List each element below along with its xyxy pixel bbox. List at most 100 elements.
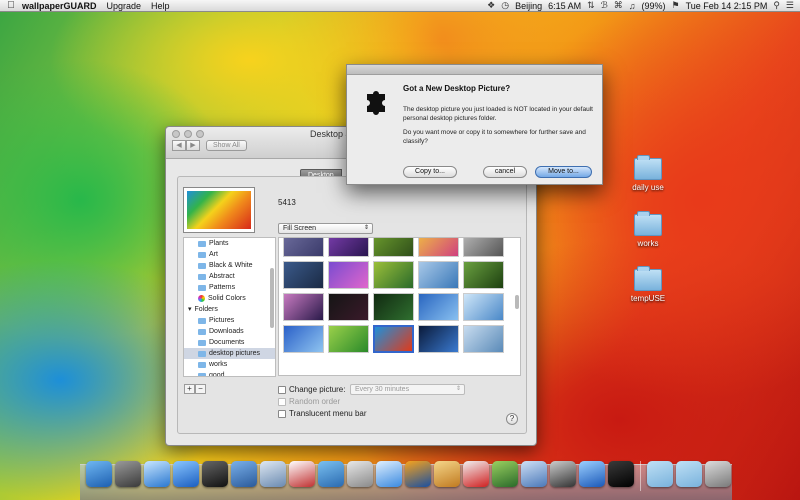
activity-icon[interactable]: [289, 461, 315, 487]
change-picture-option[interactable]: Change picture:: [278, 385, 345, 394]
desktop-folder-works[interactable]: works: [618, 211, 678, 248]
firefox-icon[interactable]: [405, 461, 431, 487]
thumbnail[interactable]: [373, 293, 414, 321]
notification-icon[interactable]: ☰: [786, 0, 794, 11]
app-store-icon[interactable]: [173, 461, 199, 487]
spotlight-icon[interactable]: ⚲: [773, 0, 780, 11]
source-item[interactable]: Solid Colors: [184, 293, 275, 304]
forward-arrow-icon[interactable]: ▶: [186, 140, 200, 151]
back-arrow-icon[interactable]: ◀: [172, 140, 186, 151]
thumbnail[interactable]: [463, 293, 504, 321]
change-picture-checkbox[interactable]: [278, 385, 286, 394]
downloads-icon[interactable]: [647, 461, 673, 487]
itunes-icon[interactable]: [144, 461, 170, 487]
source-item[interactable]: Patterns: [184, 282, 275, 293]
launchpad-icon[interactable]: [115, 461, 141, 487]
fill-mode-select[interactable]: Fill Screen ⇕: [278, 223, 373, 234]
globe-icon[interactable]: [318, 461, 344, 487]
apple-menu-icon[interactable]: : [0, 0, 22, 11]
people-icon[interactable]: [231, 461, 257, 487]
show-all-button[interactable]: Show All: [206, 140, 247, 151]
thumbnail-selected[interactable]: [373, 325, 414, 353]
thumbnail[interactable]: [373, 238, 414, 257]
documents-icon[interactable]: [676, 461, 702, 487]
thumbnail[interactable]: [463, 261, 504, 289]
thumbnail[interactable]: [283, 293, 324, 321]
cancel-button[interactable]: cancel: [483, 166, 527, 178]
close-button[interactable]: [172, 130, 180, 138]
random-order-checkbox[interactable]: [278, 397, 286, 406]
thumbnail[interactable]: [283, 261, 324, 289]
desktop-folder-daily-use[interactable]: daily use: [618, 155, 678, 192]
menu-upgrade[interactable]: Upgrade: [107, 1, 142, 11]
translucent-menu-checkbox[interactable]: [278, 409, 286, 418]
thumbnail[interactable]: [328, 261, 369, 289]
puzzle-icon[interactable]: [608, 461, 634, 487]
sync-tray-icon[interactable]: ⇅: [587, 0, 595, 11]
clock-tray-icon[interactable]: ◷: [501, 0, 509, 11]
random-order-option[interactable]: Random order: [278, 397, 340, 406]
puzzle-tray-icon[interactable]: ❖: [487, 0, 495, 11]
copy-to-button[interactable]: Copy to...: [403, 166, 457, 178]
zoom-button[interactable]: [196, 130, 204, 138]
disclosure-triangle-icon[interactable]: ▾: [188, 304, 192, 315]
source-item[interactable]: desktop pictures: [184, 348, 275, 359]
thumbnail[interactable]: [463, 238, 504, 257]
trash-icon[interactable]: [705, 461, 731, 487]
utility-icon[interactable]: [347, 461, 373, 487]
battery-percent[interactable]: (99%): [642, 1, 666, 11]
translucent-menu-option[interactable]: Translucent menu bar: [278, 409, 367, 418]
desktop-folder-tempuse[interactable]: tempUSE: [618, 266, 678, 303]
thumbnail[interactable]: [328, 293, 369, 321]
source-item[interactable]: good: [184, 370, 275, 376]
remove-folder-button[interactable]: −: [195, 384, 206, 394]
flag-icon[interactable]: ⚑: [672, 0, 680, 11]
script-icon[interactable]: [521, 461, 547, 487]
thumbnail[interactable]: [283, 238, 324, 257]
zip-icon[interactable]: [550, 461, 576, 487]
thumbnail-scrollbar[interactable]: [515, 295, 519, 309]
safari-icon[interactable]: [376, 461, 402, 487]
location-label[interactable]: Beijing: [515, 1, 542, 11]
minimize-button[interactable]: [184, 130, 192, 138]
pdf-icon[interactable]: [463, 461, 489, 487]
world-time[interactable]: 6:15 AM: [548, 1, 581, 11]
clock-datetime[interactable]: Tue Feb 14 2:15 PM: [686, 1, 768, 11]
interval-select[interactable]: Every 30 minutes ⇕: [350, 384, 465, 395]
dialog-question: Do you want move or copy it to somewhere…: [403, 129, 586, 145]
magic-icon[interactable]: [579, 461, 605, 487]
thumbnail[interactable]: [418, 238, 459, 257]
thumbnail[interactable]: [373, 261, 414, 289]
source-item[interactable]: Abstract: [184, 271, 275, 282]
xcode-icon[interactable]: [492, 461, 518, 487]
dashboard-icon[interactable]: [202, 461, 228, 487]
volume-icon[interactable]: ♫: [629, 1, 636, 11]
finder-icon[interactable]: [86, 461, 112, 487]
app-menu[interactable]: wallpaperGUARD: [22, 1, 97, 11]
help-button[interactable]: ?: [506, 413, 518, 425]
thumbnail[interactable]: [328, 238, 369, 257]
preview-icon[interactable]: [260, 461, 286, 487]
move-to-button[interactable]: Move to...: [535, 166, 592, 178]
source-item-label: works: [209, 361, 228, 368]
thumbnail[interactable]: [418, 261, 459, 289]
source-item[interactable]: Art: [184, 249, 275, 260]
source-list-scrollbar[interactable]: [270, 268, 274, 328]
bluetooth-icon[interactable]: ℬ: [601, 0, 608, 11]
source-item[interactable]: works: [184, 359, 275, 370]
add-folder-button[interactable]: +: [184, 384, 195, 394]
source-item[interactable]: Pictures: [184, 315, 275, 326]
source-item-label: Documents: [209, 339, 245, 346]
pencil-icon[interactable]: [434, 461, 460, 487]
source-item[interactable]: Plants: [184, 238, 275, 249]
thumbnail[interactable]: [418, 293, 459, 321]
source-item[interactable]: Documents: [184, 337, 275, 348]
menu-help[interactable]: Help: [151, 1, 170, 11]
source-item[interactable]: Black & White: [184, 260, 275, 271]
thumbnail[interactable]: [418, 325, 459, 353]
thumbnail[interactable]: [283, 325, 324, 353]
thumbnail[interactable]: [463, 325, 504, 353]
wifi-icon[interactable]: ⌘: [614, 0, 623, 11]
thumbnail[interactable]: [328, 325, 369, 353]
source-item[interactable]: Downloads: [184, 326, 275, 337]
